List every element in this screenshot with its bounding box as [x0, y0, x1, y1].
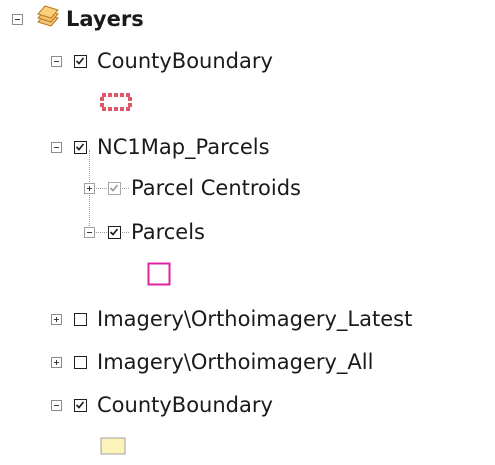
county-boundary-yellow-fill-symbol	[100, 436, 126, 460]
layer-label[interactable]: CountyBoundary	[97, 392, 273, 418]
collapse-icon[interactable]	[84, 227, 95, 238]
layers-root-row[interactable]: Layers	[0, 2, 200, 36]
layer-visibility-checkbox[interactable]	[108, 226, 121, 239]
collapse-icon[interactable]	[12, 14, 23, 25]
layer-row-orthoimagery-latest[interactable]: Imagery\Orthoimagery_Latest	[0, 302, 495, 336]
layer-visibility-checkbox[interactable]	[74, 356, 87, 369]
layer-label[interactable]: Parcel Centroids	[131, 175, 301, 201]
layer-label[interactable]: Imagery\Orthoimagery_Latest	[97, 306, 412, 332]
layer-row-parcels[interactable]: Parcels	[0, 215, 260, 249]
layer-visibility-checkbox[interactable]	[74, 313, 87, 326]
county-boundary-pink-dashed-symbol	[99, 92, 133, 116]
layer-row-orthoimagery-all[interactable]: Imagery\Orthoimagery_All	[0, 345, 495, 379]
layer-visibility-checkbox[interactable]	[74, 55, 87, 68]
layers-stack-icon	[35, 5, 61, 33]
layers-root-label[interactable]: Layers	[66, 6, 144, 32]
layer-visibility-checkbox[interactable]	[74, 399, 87, 412]
collapse-icon[interactable]	[51, 142, 62, 153]
layer-label[interactable]: Imagery\Orthoimagery_All	[97, 349, 373, 375]
expand-icon[interactable]	[84, 183, 95, 194]
collapse-icon[interactable]	[51, 400, 62, 411]
layer-label[interactable]: NC1Map_Parcels	[97, 134, 270, 160]
layer-row-countyboundary-2[interactable]: CountyBoundary	[0, 388, 340, 422]
layer-label[interactable]: CountyBoundary	[97, 48, 273, 74]
layer-row-countyboundary[interactable]: CountyBoundary	[0, 44, 340, 78]
layer-row-nc1map-parcels[interactable]: NC1Map_Parcels	[0, 130, 340, 164]
parcels-magenta-outline-symbol	[147, 262, 171, 290]
expand-icon[interactable]	[51, 314, 62, 325]
layer-label[interactable]: Parcels	[131, 219, 205, 245]
layer-visibility-checkbox[interactable]	[74, 141, 87, 154]
layer-visibility-checkbox[interactable]	[108, 182, 121, 195]
layer-row-parcel-centroids[interactable]: Parcel Centroids	[0, 171, 360, 205]
expand-icon[interactable]	[51, 357, 62, 368]
collapse-icon[interactable]	[51, 56, 62, 67]
